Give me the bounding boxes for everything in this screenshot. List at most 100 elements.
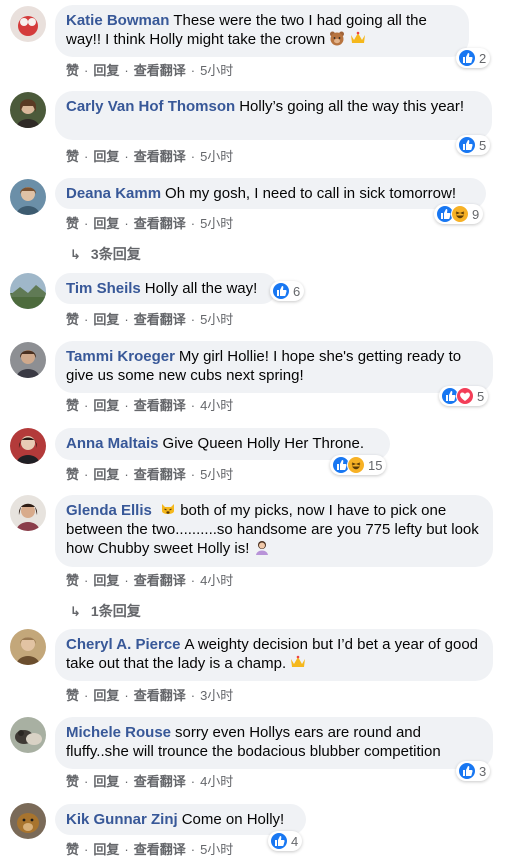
comment-actions: 赞 · 回复 · 查看翻译 · 5小时: [66, 216, 234, 231]
avatar[interactable]: [10, 717, 46, 753]
avatar[interactable]: [10, 6, 46, 42]
like-link[interactable]: 赞: [66, 573, 79, 588]
avatar[interactable]: [10, 92, 46, 128]
avatar[interactable]: [10, 803, 46, 839]
avatar[interactable]: [10, 428, 46, 464]
like-link[interactable]: 赞: [66, 149, 79, 164]
reaction-summary[interactable]: 4: [268, 831, 303, 851]
like-link[interactable]: 赞: [66, 467, 79, 482]
reaction-count: 2: [479, 50, 487, 66]
reaction-summary[interactable]: 15: [330, 455, 387, 475]
reaction-count: 5: [479, 137, 487, 153]
like-reaction-icon: [270, 832, 288, 850]
reply-link[interactable]: 回复: [93, 63, 119, 78]
comment-author[interactable]: Tammi Kroeger: [66, 348, 175, 365]
comment-author[interactable]: Katie Bowman: [66, 12, 169, 29]
reply-link[interactable]: 回复: [93, 467, 119, 482]
translate-link[interactable]: 查看翻译: [134, 688, 186, 703]
translate-link[interactable]: 查看翻译: [134, 573, 186, 588]
avatar[interactable]: [10, 179, 46, 215]
comment-actions: 赞 · 回复 · 查看翻译 · 5小时: [66, 149, 234, 164]
reaction-summary[interactable]: 9: [434, 204, 484, 224]
like-reaction-icon: [458, 49, 476, 67]
comment-bubble: Katie Bowman These were the two I had goi…: [55, 5, 469, 57]
comment-author[interactable]: Glenda Ellis: [66, 502, 152, 519]
translate-link[interactable]: 查看翻译: [134, 398, 186, 413]
comment-time[interactable]: 5小时: [200, 149, 233, 164]
reaction-summary[interactable]: 3: [456, 761, 491, 781]
reaction-summary[interactable]: 2: [456, 48, 491, 68]
comment-time[interactable]: 4小时: [200, 398, 233, 413]
crown-emoji-icon: [350, 30, 366, 46]
avatar[interactable]: [10, 629, 46, 665]
comment-time[interactable]: 4小时: [200, 573, 233, 588]
love-reaction-icon: [456, 387, 474, 405]
reply-link[interactable]: 回复: [93, 312, 119, 327]
avatar[interactable]: [10, 273, 46, 309]
translate-link[interactable]: 查看翻译: [134, 312, 186, 327]
reply-link[interactable]: 回复: [93, 688, 119, 703]
translate-link[interactable]: 查看翻译: [134, 842, 186, 857]
translate-link[interactable]: 查看翻译: [134, 774, 186, 789]
comment-bubble: Kik Gunnar Zinj Come on Holly!: [55, 804, 306, 835]
reaction-count: 6: [293, 283, 301, 299]
reply-link[interactable]: 回复: [93, 573, 119, 588]
avatar[interactable]: [10, 495, 46, 531]
comment-time[interactable]: 5小时: [200, 467, 233, 482]
reply-link[interactable]: 回复: [93, 216, 119, 231]
comment-time[interactable]: 3小时: [200, 688, 233, 703]
like-link[interactable]: 赞: [66, 842, 79, 857]
comment-author[interactable]: Michele Rouse: [66, 724, 171, 741]
comment-author[interactable]: Cheryl A. Pierce: [66, 636, 181, 653]
reply-link[interactable]: 回复: [93, 842, 119, 857]
comment-bubble: Deana Kamm Oh my gosh, I need to call in …: [55, 178, 486, 209]
comment-text: Holly’s going all the way this year!: [239, 98, 465, 115]
comment-author[interactable]: Anna Maltais: [66, 435, 159, 452]
view-replies-link[interactable]: ↳ 1条回复: [70, 601, 141, 621]
translate-link[interactable]: 查看翻译: [134, 216, 186, 231]
comment-author[interactable]: Kik Gunnar Zinj: [66, 811, 178, 828]
like-link[interactable]: 赞: [66, 63, 79, 78]
haha-reaction-icon: [451, 205, 469, 223]
comment-text: Oh my gosh, I need to call in sick tomor…: [165, 185, 456, 202]
like-reaction-icon: [458, 136, 476, 154]
like-link[interactable]: 赞: [66, 398, 79, 413]
like-link[interactable]: 赞: [66, 312, 79, 327]
reaction-count: 3: [479, 763, 487, 779]
reply-link[interactable]: 回复: [93, 398, 119, 413]
comment-time[interactable]: 4小时: [200, 774, 233, 789]
view-replies-link[interactable]: ↳ 3条回复: [70, 244, 141, 264]
like-link[interactable]: 赞: [66, 774, 79, 789]
comment-bubble: Glenda Ellis both of my picks, now I hav…: [55, 495, 493, 567]
comment-actions: 赞 · 回复 · 查看翻译 · 4小时: [66, 398, 234, 413]
comment-author[interactable]: Tim Sheils: [66, 280, 141, 297]
translate-link[interactable]: 查看翻译: [134, 63, 186, 78]
reaction-summary[interactable]: 5: [456, 135, 491, 155]
reply-link[interactable]: 回复: [93, 774, 119, 789]
comment-time[interactable]: 5小时: [200, 63, 233, 78]
comment-bubble: Tim Sheils Holly all the way!: [55, 273, 277, 304]
like-reaction-icon: [272, 282, 290, 300]
translate-link[interactable]: 查看翻译: [134, 467, 186, 482]
woman-gesturing-emoji-icon: [254, 539, 270, 555]
comment-author[interactable]: Carly Van Hof Thomson: [66, 98, 235, 115]
comment-time[interactable]: 5小时: [200, 842, 233, 857]
reaction-summary[interactable]: 6: [270, 281, 305, 301]
comment-time[interactable]: 5小时: [200, 216, 233, 231]
bear-emoji-icon: [329, 30, 345, 46]
reply-arrow-icon: ↳: [70, 604, 81, 619]
comment-bubble: Cheryl A. Pierce A weighty decision but I…: [55, 629, 493, 681]
comment-author[interactable]: Deana Kamm: [66, 185, 161, 202]
comment-time[interactable]: 5小时: [200, 312, 233, 327]
comment-actions: 赞 · 回复 · 查看翻译 · 5小时: [66, 467, 234, 482]
like-link[interactable]: 赞: [66, 216, 79, 231]
like-link[interactable]: 赞: [66, 688, 79, 703]
comment-actions: 赞 · 回复 · 查看翻译 · 3小时: [66, 688, 234, 703]
avatar[interactable]: [10, 342, 46, 378]
reply-arrow-icon: ↳: [70, 247, 81, 262]
reaction-count: 5: [477, 388, 485, 404]
reply-link[interactable]: 回复: [93, 149, 119, 164]
translate-link[interactable]: 查看翻译: [134, 149, 186, 164]
comment-actions: 赞 · 回复 · 查看翻译 · 5小时: [66, 63, 234, 78]
reaction-summary[interactable]: 5: [439, 386, 489, 406]
